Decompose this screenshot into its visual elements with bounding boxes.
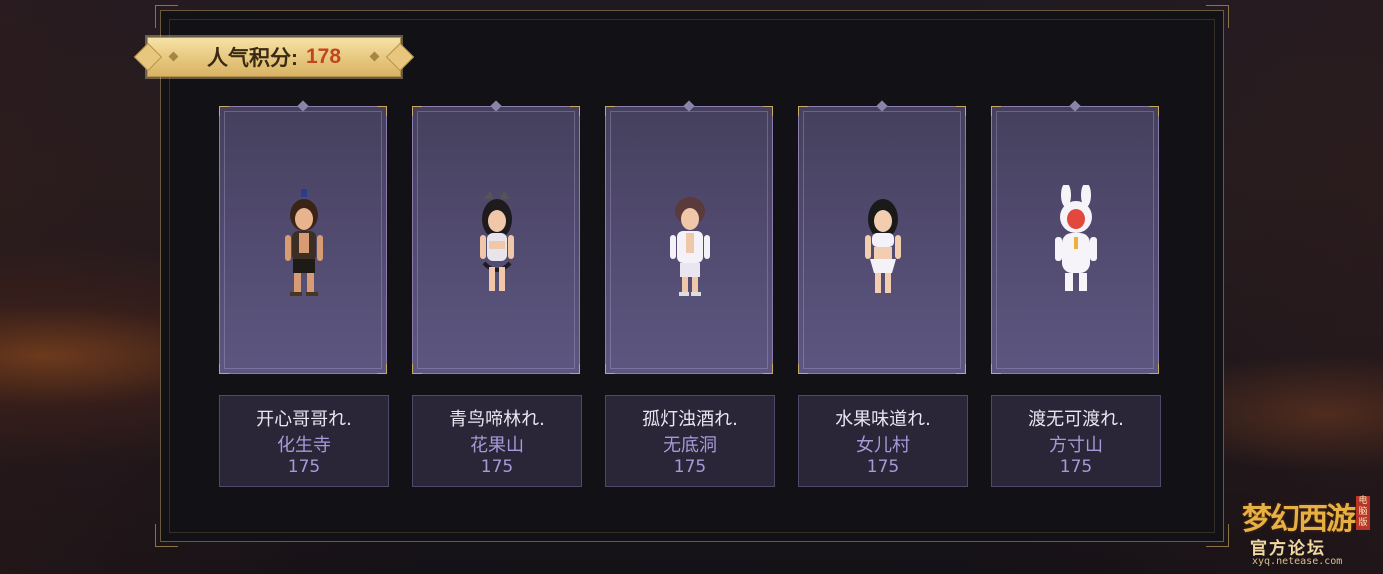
player-name: 渡无可渡れ. [1028,409,1124,430]
panel-corner-ornament [1206,524,1229,547]
logo-title: 梦幻西游 [1242,502,1356,537]
player-school: 方寸山 [1049,435,1103,456]
player-info-plate[interactable]: 青鸟啼林れ. 花果山 175 [412,395,582,487]
player-school: 花果山 [470,435,524,456]
player-name: 青鸟啼林れ. [449,409,545,430]
card-corner [956,106,966,116]
character-avatar-icon [1055,185,1097,291]
player-card[interactable] [605,100,773,374]
card-corner [763,364,773,374]
card-corner [219,364,229,374]
player-points: 175 [480,457,514,477]
logo-badge: 电脑版 [1356,496,1370,530]
card-corner [956,364,966,374]
player-info-plate[interactable]: 孤灯浊酒れ. 无底洞 175 [605,395,775,487]
character-avatar-icon [285,189,323,296]
card-corner [991,106,1001,116]
character-avatar-icon [670,197,710,296]
diamond-ornament-icon [168,51,179,62]
card-corner [1149,364,1159,374]
character-avatar-icon [480,191,514,291]
site-logo: 梦幻西游 电脑版 官方论坛 xyq.netease.com [1238,490,1373,570]
player-name: 开心哥哥れ. [256,409,352,430]
character-avatar-icon [865,199,901,293]
player-card[interactable] [219,100,387,374]
player-school: 无底洞 [663,435,717,456]
diamond-ornament-icon [369,51,380,62]
card-corner [1149,106,1159,116]
player-name: 水果味道れ. [835,409,931,430]
card-corner [570,364,580,374]
card-corner [219,106,229,116]
card-corner [570,106,580,116]
logo-url: xyq.netease.com [1252,556,1343,567]
panel-corner-ornament [155,524,178,547]
panel-corner-ornament [1206,5,1229,28]
player-points: 175 [1059,457,1093,477]
card-corner [763,106,773,116]
card-corner [412,364,422,374]
player-card[interactable] [412,100,580,374]
popularity-score-banner: 人气积分: 178 [147,37,401,77]
player-info-plate[interactable]: 渡无可渡れ. 方寸山 175 [991,395,1161,487]
player-points: 175 [866,457,900,477]
card-corner [798,364,808,374]
score-label: 人气积分: [206,47,298,70]
player-school: 化生寺 [277,435,331,456]
player-points: 175 [673,457,707,477]
card-corner [991,364,1001,374]
card-corner [412,106,422,116]
card-corner [605,106,615,116]
player-name: 孤灯浊酒れ. [642,409,738,430]
player-points: 175 [287,457,321,477]
player-info-plate[interactable]: 开心哥哥れ. 化生寺 175 [219,395,389,487]
card-corner [798,106,808,116]
player-info-plate[interactable]: 水果味道れ. 女儿村 175 [798,395,968,487]
panel-corner-ornament [155,5,178,28]
player-school: 女儿村 [856,435,910,456]
score-value: 178 [305,45,342,68]
card-corner [605,364,615,374]
player-card[interactable] [991,100,1159,374]
player-card[interactable] [798,100,966,374]
card-corner [377,106,387,116]
card-corner [377,364,387,374]
